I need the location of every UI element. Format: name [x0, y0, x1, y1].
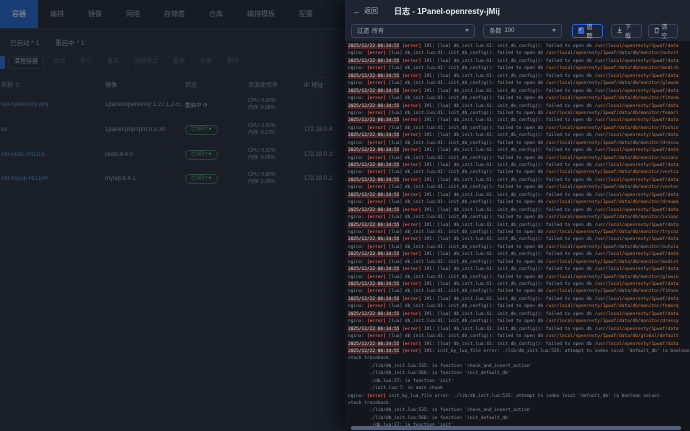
- log-line: nginx: [error] [lua] db_init.lua:41: ini…: [348, 274, 679, 280]
- line-count-select[interactable]: 条数 100: [483, 23, 562, 38]
- filter-select[interactable]: 过滤 所有: [351, 23, 476, 38]
- log-line: stack traceback:: [348, 356, 392, 362]
- container-page: 容器 编排 镜像 网络 存储卷 仓库 编排模板 配置 已启动 * 1 重启中 *…: [0, 0, 345, 431]
- drawer-title: 日志 - 1Panel-openresty-jMij: [394, 6, 500, 16]
- modal-mask[interactable]: [0, 0, 345, 431]
- app-root: 容器 编排 镜像 网络 存储卷 仓库 编排模板 配置 已启动 * 1 重启中 *…: [0, 0, 690, 431]
- log-line: 2025/12/22 06:34:55 [error] 1#1: [lua] d…: [348, 88, 679, 94]
- log-line: 2025/12/22 06:34:55 [error] 1#1: [lua] d…: [348, 177, 679, 183]
- log-line: ./lib/db_init.lua:535: in function 'chec…: [348, 363, 533, 369]
- log-line: nginx: [error] [lua] db_init.lua:41: ini…: [348, 155, 679, 161]
- log-line: nginx: [error] [lua] db_init.lua:41: ini…: [348, 110, 679, 116]
- log-line: 2025/12/22 06:34:55 [error] 1#1: [lua] d…: [348, 326, 679, 332]
- chevron-down-icon: [465, 29, 470, 32]
- download-icon: [617, 27, 622, 34]
- log-line: ./lib/db_init.lua:566: in function 'init…: [348, 371, 511, 377]
- horizontal-scrollbar[interactable]: [351, 426, 681, 430]
- back-arrow-icon: ←: [353, 6, 361, 16]
- log-line: nginx: [error] [lua] db_init.lua:41: ini…: [348, 229, 679, 235]
- log-line: 2025/12/22 06:34:55 [error] 1#1: [lua] d…: [348, 237, 679, 243]
- log-line: 2025/12/22 06:34:55 [error] 1#1: [lua] d…: [348, 222, 679, 228]
- log-line: nginx: [error] init_by_lua_file error: .…: [348, 393, 660, 399]
- log-line: 2025/12/22 06:34:55 [error] 1#1: [lua] d…: [348, 341, 679, 347]
- follow-toggle[interactable]: ✓ 追踪: [571, 23, 604, 40]
- log-line: 2025/12/22 06:34:55 [error] 1#1: init_by…: [348, 348, 690, 354]
- log-line: nginx: [error] [lua] db_init.lua:41: ini…: [348, 215, 679, 221]
- log-line: ./lib/db_init.lua:566: in function 'init…: [348, 415, 511, 421]
- log-line: 2025/12/22 06:34:55 [error] 1#1: [lua] d…: [348, 192, 679, 198]
- log-line: nginx: [error] [lua] db_init.lua:41: ini…: [348, 289, 679, 295]
- log-line: nginx: [error] [lua] db_init.lua:41: ini…: [348, 259, 679, 265]
- log-line: 2025/12/22 06:34:55 [error] 1#1: [lua] d…: [348, 118, 679, 124]
- log-line: 2025/12/22 06:34:55 [error] 1#1: [lua] d…: [348, 133, 679, 139]
- log-line: stack traceback:: [348, 401, 392, 406]
- log-toolbar: 过滤 所有 条数 100 ✓ 追踪 下载 清空: [345, 23, 690, 40]
- log-line: nginx: [error] [lua] db_init.lua:41: ini…: [348, 96, 679, 102]
- log-drawer: ← 返回 日志 - 1Panel-openresty-jMij 过滤 所有 条数…: [345, 0, 690, 431]
- clear-button[interactable]: 清空: [647, 23, 678, 40]
- log-content[interactable]: 2025/12/22 06:34:55 [error] 1#1: [lua] d…: [345, 41, 690, 431]
- log-line: nginx: [error] [lua] db_init.lua:41: ini…: [348, 140, 679, 146]
- log-line: 2025/12/22 06:34:55 [error] 1#1: [lua] d…: [348, 296, 679, 302]
- log-line: nginx: [error] [lua] db_init.lua:41: ini…: [348, 81, 679, 87]
- chevron-down-icon: [551, 29, 556, 32]
- log-line: nginx: [error] [lua] db_init.lua:41: ini…: [348, 244, 679, 250]
- log-line: nginx: [error] [lua] db_init.lua:41: ini…: [348, 319, 679, 325]
- log-line: nginx: [error] [lua] db_init.lua:41: ini…: [348, 51, 679, 57]
- log-line: nginx: [error] [lua] db_init.lua:41: ini…: [348, 334, 679, 340]
- log-line: 2025/12/22 06:34:55 [error] 1#1: [lua] d…: [348, 103, 679, 109]
- log-line: 2025/12/22 06:34:55 [error] 1#1: [lua] d…: [348, 73, 679, 79]
- log-line: 2025/12/22 06:34:55 [error] 1#1: [lua] d…: [348, 282, 679, 287]
- log-line: nginx: [error] [lua] db_init.lua:41: ini…: [348, 125, 679, 131]
- checkbox-checked-icon[interactable]: ✓: [577, 27, 584, 34]
- log-line: nginx: [error] [lua] db_init.lua:41: ini…: [348, 170, 679, 176]
- log-line: nginx: [error] [lua] db_init.lua:41: ini…: [348, 200, 679, 206]
- log-line: ./lib/db_init.lua:535: in function 'chec…: [348, 408, 533, 414]
- trash-icon: [654, 27, 659, 34]
- log-line: 2025/12/22 06:34:55 [error] 1#1: [lua] d…: [348, 58, 679, 64]
- log-line: nginx: [error] [lua] db_init.lua:41: ini…: [348, 304, 679, 310]
- log-line: 2025/12/22 06:34:55 [error] 1#1: [lua] d…: [348, 311, 679, 317]
- log-line: 2025/12/22 06:34:55 [error] 1#1: [lua] d…: [348, 148, 679, 154]
- back-button[interactable]: ← 返回: [353, 6, 378, 16]
- log-line: ./init.lua:7: in main chunk: [348, 386, 443, 392]
- download-button[interactable]: 下载: [611, 23, 642, 40]
- log-line: 2025/12/22 06:34:55 [error] 1#1: [lua] d…: [348, 163, 679, 168]
- log-line: 2025/12/22 06:34:55 [error] 1#1: [lua] d…: [348, 207, 679, 213]
- log-line: nginx: [error] [lua] db_init.lua:41: ini…: [348, 185, 679, 191]
- log-line: nginx: [error] [lua] db_init.lua:41: ini…: [348, 66, 679, 72]
- log-line: 2025/12/22 06:34:55 [error] 1#1: [lua] d…: [348, 267, 679, 273]
- log-line: 2025/12/22 06:34:55 [error] 1#1: [lua] d…: [348, 44, 679, 49]
- log-line: 2025/12/22 06:34:55 [error] 1#1: [lua] d…: [348, 252, 679, 258]
- drawer-header: ← 返回 日志 - 1Panel-openresty-jMij: [345, 0, 690, 18]
- log-line: ./db.lua:37: in function 'init': [348, 378, 454, 384]
